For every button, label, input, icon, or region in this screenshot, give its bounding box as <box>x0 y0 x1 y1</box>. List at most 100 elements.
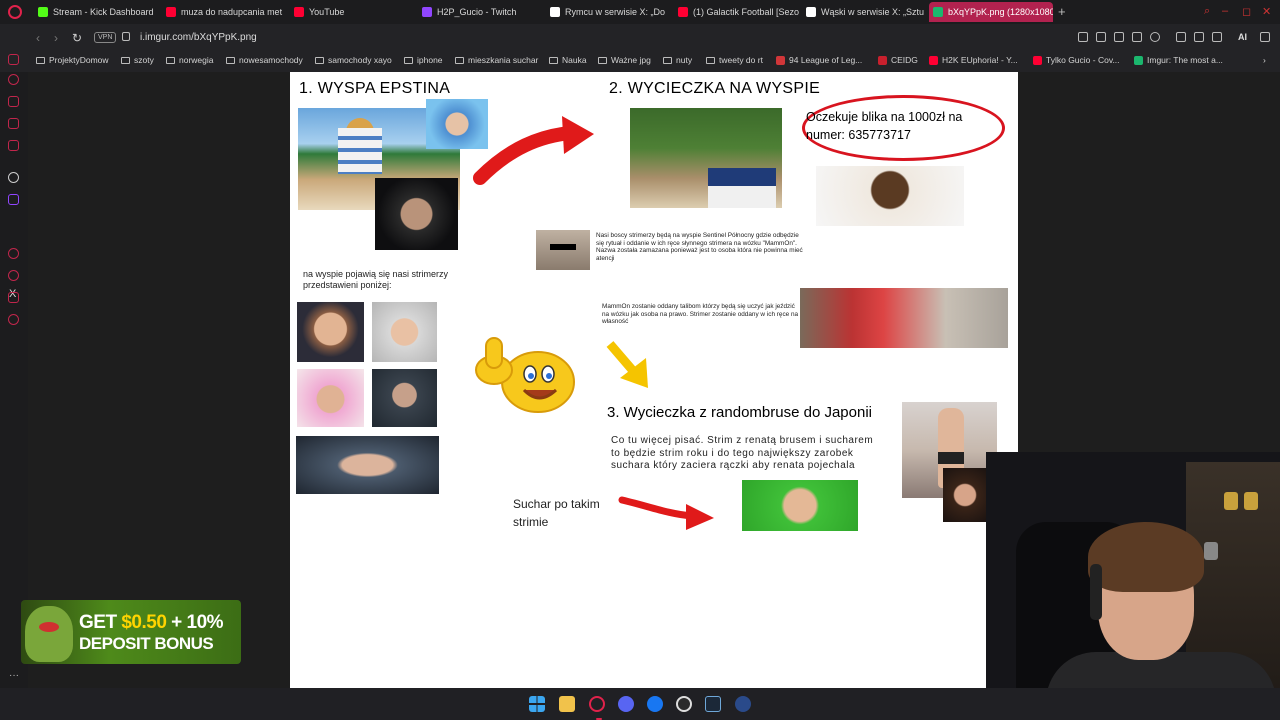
opera-logo-icon[interactable] <box>8 5 22 19</box>
reload-icon[interactable]: ↻ <box>72 31 82 45</box>
youtube-icon <box>678 7 688 17</box>
headphones-icon <box>1090 564 1102 620</box>
bookmark-site[interactable]: CEIDG <box>878 55 918 65</box>
minimize-icon[interactable]: – <box>1222 5 1228 17</box>
bookmark-folder[interactable]: tweety do rt <box>706 55 763 65</box>
snapshot-icon[interactable] <box>1096 32 1106 42</box>
tab-label: Wąski w serwisie X: „Sztu <box>821 7 925 17</box>
sidebar-speed-dial-icon[interactable] <box>8 74 19 85</box>
tab-twitch[interactable]: H2P_Gucio - Twitch <box>418 2 546 22</box>
tab-youtube-music[interactable]: muza do nadupcania met <box>162 2 290 22</box>
bookmark-folder[interactable]: ProjektyDomow <box>36 55 109 65</box>
bookmark-folder[interactable]: Ważne jpg <box>598 55 651 65</box>
bookmark-label: ProjektyDomow <box>49 55 109 65</box>
menu-icon[interactable] <box>1260 32 1270 42</box>
back-icon[interactable]: ‹ <box>36 31 40 45</box>
imgur-icon <box>1134 55 1143 65</box>
sidebar-downloads-icon[interactable] <box>8 292 19 303</box>
blik-text: Oczekuje blika na 1000zł na numer: 63577… <box>806 110 963 143</box>
bookmark-site[interactable]: Tylko Gucio - Cov... <box>1033 55 1120 65</box>
bookmark-site[interactable]: Imgur: The most a... <box>1134 55 1223 65</box>
heart-icon[interactable] <box>1150 32 1160 42</box>
new-tab-button[interactable]: + <box>1058 4 1066 19</box>
streamers-intro: na wyspie pojawią się nasi strimerzy prz… <box>303 269 449 290</box>
bookmark-folder[interactable]: nuty <box>663 55 692 65</box>
share-icon[interactable] <box>1114 32 1124 42</box>
opera-taskbar-icon[interactable] <box>589 696 605 720</box>
streamer-hair <box>1088 522 1204 592</box>
tab-x-rymcu[interactable]: Rymcu w serwisie X: „Do <box>546 2 674 22</box>
extensions-icon[interactable] <box>1176 32 1186 42</box>
tab-kick-dashboard[interactable]: Stream - Kick Dashboard <box>34 2 162 22</box>
sidebar-music-icon[interactable] <box>8 248 19 259</box>
sidebar-messenger-icon[interactable] <box>8 118 19 129</box>
sidebar-twitch-icon[interactable] <box>8 194 19 205</box>
bookmark-label: Ważne jpg <box>611 55 651 65</box>
youtube-icon <box>294 7 304 17</box>
tab-x-waski[interactable]: Wąski w serwisie X: „Sztu <box>802 2 928 22</box>
app-icon[interactable] <box>735 696 751 712</box>
facebook-icon[interactable] <box>647 696 663 712</box>
sidebar-ai-icon[interactable] <box>8 172 19 183</box>
ad-subline: DEPOSIT BONUS <box>79 634 214 653</box>
profile-icon[interactable] <box>1194 32 1204 42</box>
trophy-icon <box>1244 492 1258 510</box>
bookmark-folder[interactable]: mieszkania suchar <box>455 55 538 65</box>
folder-icon <box>315 56 324 64</box>
jungle-beach-photo <box>630 108 782 208</box>
bookmark-site[interactable]: H2K EUphoria! - Y... <box>929 55 1018 65</box>
bookmark-icon[interactable] <box>1078 32 1088 42</box>
bookmark-label: CEIDG <box>891 55 918 65</box>
temple-building <box>338 128 382 174</box>
bookmark-folder[interactable]: iphone <box>404 55 443 65</box>
bookmark-site[interactable]: 94 League of Leg... <box>776 55 862 65</box>
aria-ai-button[interactable]: AI <box>1238 32 1247 42</box>
search-tabs-icon[interactable]: ⌕ <box>1204 5 1210 18</box>
bookmark-label: szoty <box>134 55 154 65</box>
bookmark-folder[interactable]: Nauka <box>549 55 587 65</box>
sidebar-bag-icon[interactable] <box>8 96 19 107</box>
tab-youtube[interactable]: YouTube <box>290 2 418 22</box>
file-explorer-icon[interactable] <box>559 696 575 712</box>
twitch-icon <box>422 7 432 17</box>
tab-label: bXqYPpK.png (1280x1080 <box>948 7 1053 17</box>
obs-icon[interactable] <box>676 696 692 712</box>
more-bookmarks-icon[interactable]: › <box>1263 55 1266 65</box>
bookmark-label: iphone <box>417 55 443 65</box>
folder-icon <box>36 56 45 64</box>
bookmark-label: Imgur: The most a... <box>1147 55 1223 65</box>
player-icon[interactable] <box>1132 32 1142 42</box>
vpn-badge[interactable]: VPN <box>94 32 117 43</box>
trophy-icon <box>1204 542 1218 560</box>
bookmark-folder[interactable]: samochody xayo <box>315 55 392 65</box>
maximize-icon[interactable]: ◻ <box>1242 5 1251 18</box>
sidebar-more-icon[interactable]: ··· <box>9 670 19 681</box>
shocked-man-photo <box>816 166 964 226</box>
download-icon[interactable] <box>1212 32 1222 42</box>
bookmark-folder[interactable]: szoty <box>121 55 154 65</box>
sidebar-settings-icon[interactable] <box>8 314 19 325</box>
close-icon[interactable]: ✕ <box>1262 5 1271 18</box>
windows-start-icon[interactable] <box>529 696 545 712</box>
forward-icon[interactable]: › <box>54 31 58 45</box>
imgur-icon <box>933 7 943 17</box>
bookmark-folder[interactable]: norwegia <box>166 55 214 65</box>
sidebar-home-icon[interactable] <box>8 54 19 65</box>
censored-face-photo <box>536 230 590 270</box>
url-field[interactable]: i.imgur.com/bXqYPpK.png <box>140 32 257 43</box>
discord-icon[interactable] <box>618 696 634 712</box>
streamer-photo <box>297 369 364 427</box>
imgur-image[interactable]: 1. WYSPA EPSTINA 2. WYCIECZKA NA WYSPIE … <box>290 72 1018 688</box>
folder-icon <box>663 56 672 64</box>
bookmark-folder[interactable]: nowesamochody <box>226 55 303 65</box>
folder-icon <box>549 56 558 64</box>
tab-imgur-active[interactable]: bXqYPpK.png (1280x1080 <box>929 2 1053 22</box>
steam-icon[interactable] <box>705 696 721 712</box>
sidebar-history-icon[interactable] <box>8 270 19 281</box>
lock-icon[interactable] <box>122 32 130 41</box>
tab-galactik-football[interactable]: (1) Galactik Football [Sezo <box>674 2 802 22</box>
deposit-bonus-ad[interactable]: GET $0.50 + 10% DEPOSIT BONUS <box>21 600 241 664</box>
bookmark-label: 94 League of Leg... <box>789 55 863 65</box>
tab-label: (1) Galactik Football [Sezo <box>693 7 800 17</box>
sidebar-whatsapp-icon[interactable] <box>8 140 19 151</box>
